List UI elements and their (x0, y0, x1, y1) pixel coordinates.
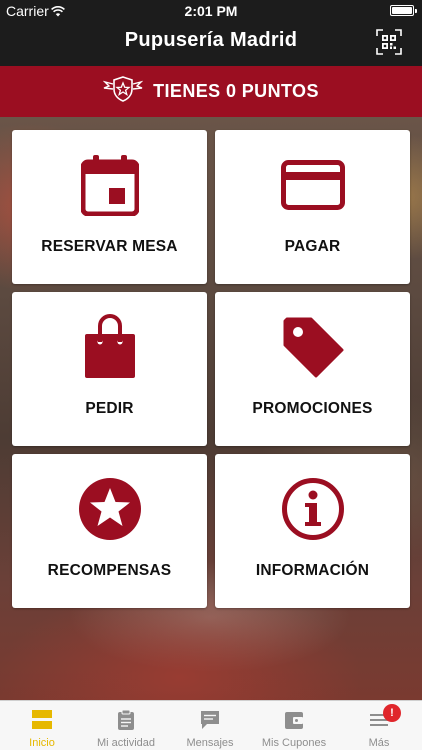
clipboard-icon (84, 709, 168, 733)
tab-label: Mi actividad (96, 737, 156, 749)
tab-mas[interactable]: ! Más (336, 701, 422, 750)
battery-icon (390, 5, 417, 16)
tab-mi-actividad[interactable]: Mi actividad (84, 701, 168, 750)
tile-label: PAGAR (284, 238, 341, 255)
home-icon (0, 709, 84, 733)
top-bar: Carrier 2:01 PM Pupusería Madrid (0, 0, 422, 66)
clock: 2:01 PM (184, 3, 238, 19)
tile-label: RESERVAR MESA (41, 238, 178, 255)
info-icon (215, 476, 410, 542)
tab-mensajes[interactable]: Mensajes (168, 701, 252, 750)
tab-bar: Inicio Mi actividad Mensajes Mis Cupones… (0, 700, 422, 750)
qr-code-icon[interactable] (376, 29, 402, 55)
shopping-bag-icon (12, 314, 207, 380)
tile-reservar-mesa[interactable]: RESERVAR MESA (12, 130, 207, 284)
tile-pedir[interactable]: PEDIR (12, 292, 207, 446)
points-text: TIENES 0 PUNTOS (153, 81, 319, 101)
message-icon (168, 709, 252, 733)
tile-recompensas[interactable]: RECOMPENSAS (12, 454, 207, 608)
wallet-icon (252, 709, 336, 733)
tag-icon (215, 314, 410, 380)
tab-label: Más (368, 737, 390, 749)
tab-mis-cupones[interactable]: Mis Cupones (252, 701, 336, 750)
star-icon (12, 476, 207, 542)
tile-promociones[interactable]: PROMOCIONES (215, 292, 410, 446)
tile-label: PROMOCIONES (252, 400, 373, 417)
tile-informacion[interactable]: INFORMACIÓN (215, 454, 410, 608)
tab-inicio[interactable]: Inicio (0, 701, 84, 750)
tile-label: INFORMACIÓN (255, 562, 370, 579)
tile-label: RECOMPENSAS (47, 562, 172, 579)
notification-badge: ! (383, 704, 401, 722)
tile-label: PEDIR (85, 400, 134, 417)
menu-icon (336, 709, 422, 733)
page-title: Pupusería Madrid (124, 29, 298, 51)
tab-label: Mensajes (186, 737, 234, 749)
tab-label: Inicio (29, 737, 55, 749)
tab-label: Mis Cupones (261, 737, 327, 749)
tile-pagar[interactable]: PAGAR (215, 130, 410, 284)
status-bar: Carrier 2:01 PM (0, 0, 422, 22)
calendar-icon (12, 152, 207, 218)
credit-card-icon (215, 152, 410, 218)
badge-star-icon (102, 75, 144, 108)
points-banner[interactable]: TIENES 0 PUNTOS (0, 66, 422, 117)
